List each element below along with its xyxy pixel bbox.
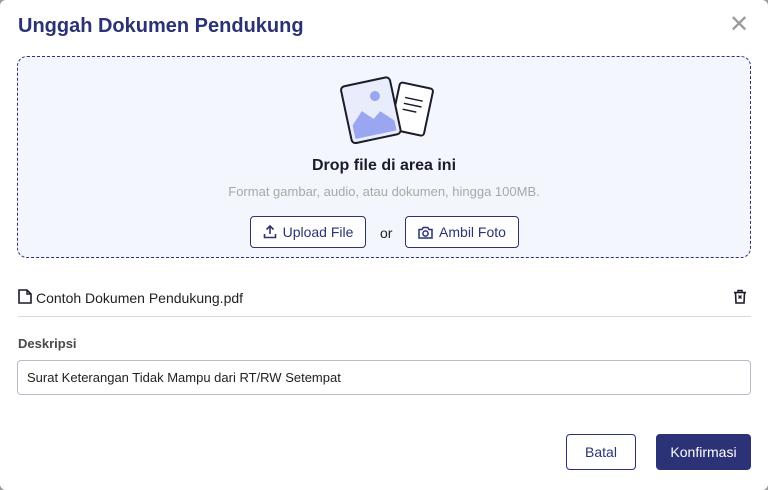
file-dropzone[interactable]: Drop file di area ini Format gambar, aud… [17,56,751,258]
file-name: Contoh Dokumen Pendukung.pdf [36,290,244,306]
dialog-title: Unggah Dokumen Pendukung [18,15,304,37]
take-photo-label: Ambil Foto [439,224,506,240]
upload-icon [263,225,276,239]
description-label: Deskripsi [18,336,77,351]
trash-icon[interactable] [733,289,747,304]
confirm-button[interactable]: Konfirmasi [656,434,751,470]
cancel-button[interactable]: Batal [566,434,636,470]
document-icon [18,289,32,304]
close-icon[interactable]: ✕ [728,12,750,38]
dropzone-title: Drop file di area ini [311,157,457,174]
camera-icon [418,226,433,239]
upload-file-button[interactable]: Upload File [250,216,366,248]
file-illustration-icon [340,76,434,145]
upload-dialog: Unggah Dokumen Pendukung ✕ Drop file di … [0,0,768,490]
upload-file-label: Upload File [282,224,354,240]
take-photo-button[interactable]: Ambil Foto [405,216,519,248]
description-input[interactable] [17,360,751,395]
or-separator: or [380,225,393,241]
dropzone-subtitle: Format gambar, audio, atau dokumen, hing… [228,184,540,199]
uploaded-file-row: Contoh Dokumen Pendukung.pdf [18,287,751,317]
